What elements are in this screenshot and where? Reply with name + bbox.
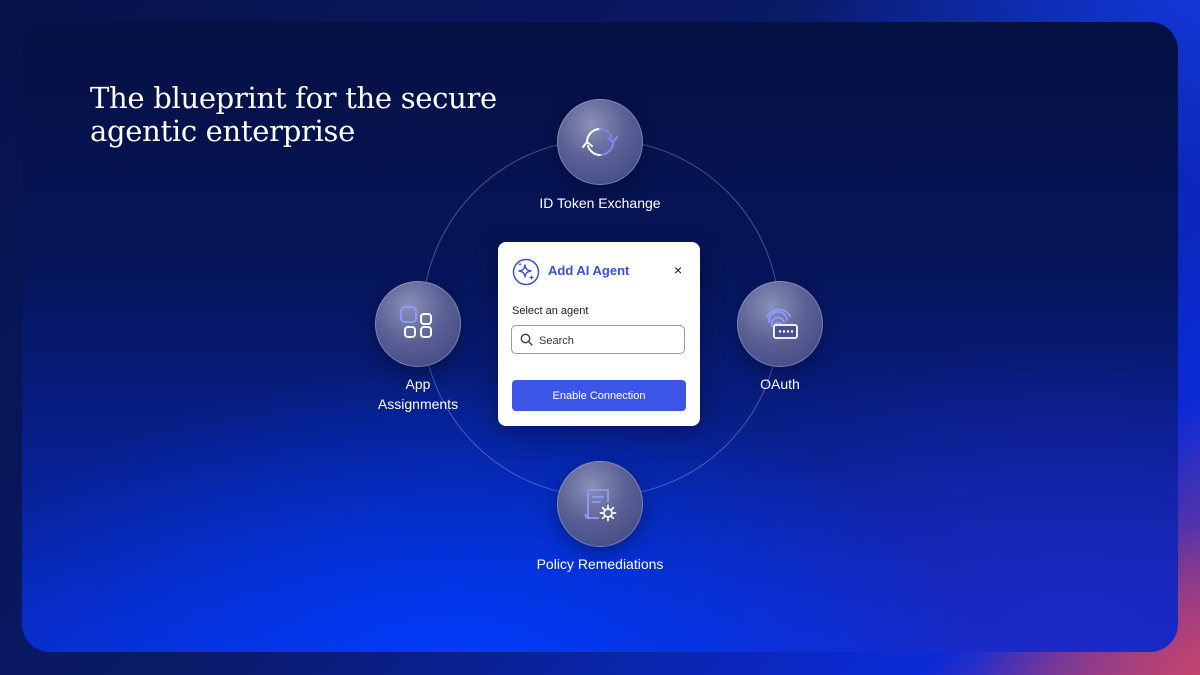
node-app-assignments [375, 281, 461, 367]
agent-select-label: Select an agent [512, 305, 589, 317]
node-policy-remediations [557, 461, 643, 547]
node-oauth [737, 281, 823, 367]
fingerprint-password-icon [766, 308, 798, 339]
close-icon[interactable]: × [674, 262, 682, 278]
label-policy-remediations: Policy Remediations [536, 556, 664, 572]
document-gear-icon [584, 489, 617, 522]
agent-search-field[interactable] [511, 325, 685, 354]
label-app-assignments-line2: Assignments [377, 396, 459, 412]
search-icon [520, 333, 533, 346]
sync-arrows-icon [582, 128, 618, 156]
label-app-assignments-line1: App [405, 376, 431, 392]
add-ai-agent-dialog: Add AI Agent × Select an agent Enable Co… [498, 242, 700, 426]
node-id-token-exchange [557, 99, 643, 185]
label-oauth: OAuth [760, 376, 800, 392]
label-app-assignments: App Assignments [348, 374, 488, 414]
search-input[interactable] [537, 330, 681, 351]
hero-card: The blueprint for the secure agentic ent… [22, 22, 1178, 652]
dialog-title: Add AI Agent [548, 263, 630, 278]
label-id-token-exchange: ID Token Exchange [539, 195, 661, 211]
enable-connection-button[interactable]: Enable Connection [512, 380, 686, 411]
page-headline: The blueprint for the secure agentic ent… [90, 81, 497, 148]
sparkle-icon [512, 258, 540, 286]
app-grid-icon [400, 306, 432, 338]
